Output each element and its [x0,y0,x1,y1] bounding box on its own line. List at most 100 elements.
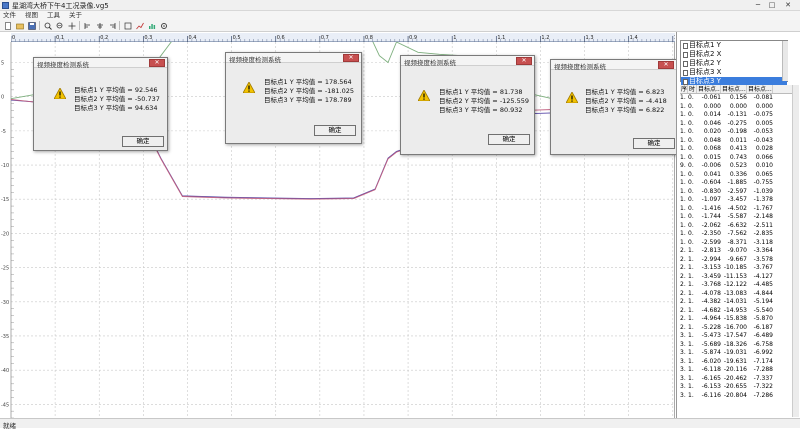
table-row[interactable]: 2. 1. -4.078 -13.083 -4.844 [680,290,798,299]
table-row[interactable]: 3. 1. -5.689 -18.326 -6.758 [680,341,798,350]
save-icon[interactable] [27,21,36,30]
ok-button[interactable]: 确定 [122,136,164,147]
column-header[interactable]: 目标点... [747,85,773,93]
table-cell: -4.485 [753,281,773,288]
table-row[interactable]: 3. 1. -5.473 -17.547 -6.489 [680,332,798,341]
table-row[interactable]: 2. 1. -2.813 -9.070 -3.364 [680,247,798,256]
table-row[interactable]: 1. 0. 0.068 0.413 0.028 [680,145,798,154]
table-row[interactable]: 2. 1. -4.964 -15.838 -5.870 [680,315,798,324]
zoom-in-icon[interactable] [43,21,52,30]
table-cell: -5.870 [753,315,773,322]
chart-icon[interactable] [135,21,144,30]
new-file-icon[interactable] [3,21,12,30]
table-row[interactable]: 1. 0. -0.061 0.156 -0.081 [680,94,798,103]
legend-item[interactable]: 目标点2 Y [681,59,787,68]
table-row[interactable]: 3. 1. -5.874 -19.031 -6.992 [680,349,798,358]
table-row[interactable]: 3. 1. -6.153 -20.655 -7.322 [680,383,798,392]
table-row[interactable]: 1. 0. 0.020 -0.198 -0.053 [680,128,798,137]
table-row[interactable]: 3. 1. -6.020 -19.631 -7.174 [680,358,798,367]
table-cell: -0.755 [753,179,773,186]
legend-item[interactable]: 目标点1 Y [681,41,787,50]
table-row[interactable]: 1. 0. 0.000 0.000 0.000 [680,103,798,112]
table-row[interactable]: 2. 1. -4.682 -14.953 -5.540 [680,307,798,316]
dialog-close-button[interactable]: ✕ [658,61,674,69]
open-folder-icon[interactable] [15,21,24,30]
table-row[interactable]: 1. 0. 0.041 0.336 0.065 [680,171,798,180]
legend-item[interactable]: 目标点2 X [681,50,787,59]
table-cell: 1. [680,111,686,118]
table-row[interactable]: 1. 0. -1.416 -4.502 -1.767 [680,205,798,214]
pan-icon[interactable] [67,21,76,30]
ruler-label: 1 [453,35,456,41]
stats-icon[interactable] [147,21,156,30]
menu-tools[interactable]: 工具 [47,11,60,20]
table-row[interactable]: 1. 0. -0.830 -2.597 -1.039 [680,188,798,197]
column-header[interactable]: 目标点... [697,85,721,93]
dialog-close-button[interactable]: ✕ [149,59,165,67]
time-ruler[interactable]: 0 0.1 0.2 0.3 0.4 0.5 0.6 0.7 0.8 0.9 1 1.1 1.2 1.3 1.… [10,33,682,42]
table-body: 1. 0. -0.061 0.156 -0.081 1. 0. 0.000 0.000 0.000… [680,94,798,400]
table-row[interactable]: 2. 1. -5.228 -16.700 -6.187 [680,324,798,333]
table-row[interactable]: 2. 1. -3.153 -10.185 -3.767 [680,264,798,273]
dialog-close-button[interactable]: ✕ [343,54,359,62]
column-header[interactable]: 时 [688,85,697,93]
table-cell: 3. [680,366,686,373]
close-window-button[interactable]: ✕ [779,0,797,10]
table-row[interactable]: 1. 0. -2.062 -6.632 -2.511 [680,222,798,231]
table-cell: -14.031 [723,298,747,305]
table-row[interactable]: 1. 0. 0.015 0.743 0.066 [680,154,798,163]
menu-about[interactable]: 关于 [69,11,82,20]
column-header[interactable]: 目标点... [721,85,747,93]
align-right-icon[interactable] [107,21,116,30]
column-header[interactable]: 序 [680,85,688,93]
table-row[interactable]: 3. 1. -6.116 -20.804 -7.286 [680,392,798,401]
table-row[interactable]: 3. 1. -6.165 -20.462 -7.337 [680,375,798,384]
checkbox[interactable] [683,69,688,76]
align-center-icon[interactable] [95,21,104,30]
table-row[interactable]: 1. 0. -2.350 -7.562 -2.835 [680,230,798,239]
table-cell: 0. [688,102,694,110]
fit-icon[interactable] [123,21,132,30]
table-cell: 2. [680,315,686,322]
table-row[interactable]: 2. 1. -2.994 -9.667 -3.578 [680,256,798,265]
table-row[interactable]: 2. 1. -4.382 -14.031 -5.194 [680,298,798,307]
table-row[interactable]: 1. 0. -2.599 -8.371 -3.118 [680,239,798,248]
table-cell: 1. [680,204,686,212]
table-row[interactable]: 1. 0. -0.604 -1.885 -0.755 [680,179,798,188]
ok-button[interactable]: 确定 [488,134,530,145]
table-row[interactable]: 2. 1. -3.459 -11.153 -4.127 [680,273,798,282]
maximize-button[interactable]: □ [765,0,779,10]
legend-scrollbar[interactable] [782,41,788,81]
message-dialog-3: 视频挠度检测系统 ✕ 目标点1 Y 平均值 = 81.738 目标点2 Y 平均值… [400,55,535,155]
checkbox[interactable] [683,60,688,67]
series-legend-list[interactable]: 目标点1 Y 目标点2 X 目标点2 Y 目标点3 X 目标点3 Y [680,40,788,86]
dialog-close-button[interactable]: ✕ [516,57,532,65]
settings-icon[interactable] [159,21,168,30]
table-cell: -4.502 [727,204,747,212]
align-left-icon[interactable] [83,21,92,30]
checkbox[interactable] [683,51,688,58]
table-cell: 1. [688,315,694,322]
minimize-button[interactable]: ─ [751,0,765,10]
table-row[interactable]: 1. 0. 0.046 -0.275 0.005 [680,120,798,129]
table-row[interactable]: 3. 1. -6.118 -20.116 -7.288 [680,366,798,375]
dialog-title: 视频挠度检测系统 [554,63,606,71]
table-cell: 1. [688,281,694,288]
zoom-out-icon[interactable] [55,21,64,30]
checkbox[interactable] [683,78,688,85]
table-row[interactable]: 1. 0. 0.048 0.011 -0.043 [680,137,798,146]
table-cell: -5.587 [727,213,747,220]
table-scrollbar[interactable] [792,85,799,417]
table-row[interactable]: 1. 0. -1.744 -5.587 -2.148 [680,213,798,222]
table-row[interactable]: 2. 1. -3.768 -12.122 -4.485 [680,281,798,290]
ok-button[interactable]: 确定 [314,125,356,136]
table-row[interactable]: 9. 0. -0.006 0.523 0.010 [680,162,798,171]
table-row[interactable]: 1. 0. -1.097 -3.457 -1.378 [680,196,798,205]
menu-file[interactable]: 文件 [3,11,16,20]
table-row[interactable]: 1. 0. 0.014 -0.131 -0.075 [680,111,798,120]
ruler-label: 0.2 [100,35,108,41]
menu-view[interactable]: 视图 [25,11,38,20]
legend-item[interactable]: 目标点3 X [681,68,787,77]
checkbox[interactable] [683,42,688,49]
ok-button[interactable]: 确定 [633,138,675,149]
